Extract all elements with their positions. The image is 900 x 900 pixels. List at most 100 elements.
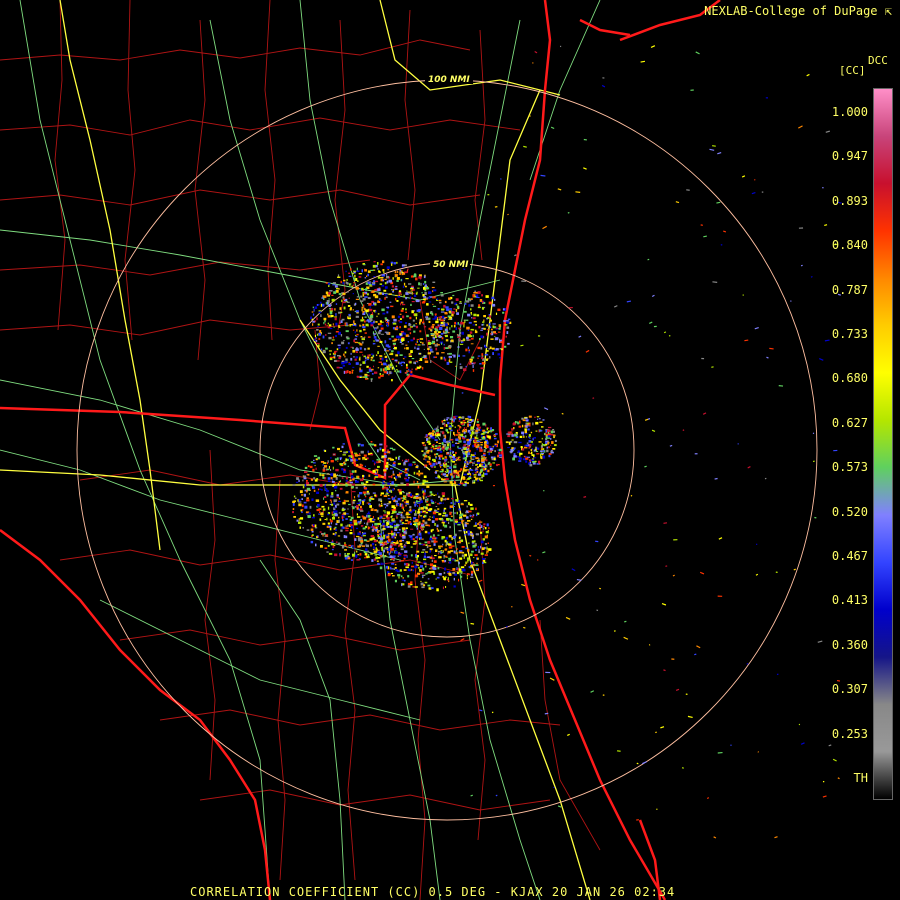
echo-pixel [332,282,336,284]
echo-pixel [306,529,310,531]
echo-pixel [491,347,495,350]
echo-pixel [365,481,369,484]
echo-pixel [431,559,433,562]
echo-pixel [435,549,438,552]
echo-pixel [308,493,310,495]
echo-pixel [379,540,382,543]
echo-pixel [420,572,424,574]
echo-pixel [383,469,387,472]
echo-pixel [432,515,435,519]
echo-pixel [472,472,474,475]
echo-pixel [476,423,480,426]
echo-pixel [373,276,376,278]
echo-pixel [369,285,373,287]
echo-pixel [448,472,450,475]
echo-pixel [332,545,335,549]
echo-pixel [477,523,480,525]
echo-pixel [444,576,447,578]
echo-pixel [367,281,370,283]
echo-pixel [315,543,317,547]
echo-pixel [528,434,531,437]
echo-pixel [345,491,349,493]
echo-pixel [339,480,341,482]
echo-pixel [479,338,481,341]
legend-tick: 0.787 [831,282,868,297]
echo-pixel [401,583,403,587]
echo-pixel [483,323,485,326]
echo-pixel [388,319,390,322]
echo-pixel [363,311,366,314]
echo-pixel [446,497,450,500]
echo-pixel [334,316,337,318]
echo-pixel [329,525,332,528]
echo-pixel [302,479,304,482]
scatter-pixel [765,97,768,99]
echo-pixel [493,435,497,437]
echo-pixel [333,528,336,530]
echo-pixel [485,459,488,462]
echo-pixel [416,338,420,340]
echo-pixel [346,301,350,303]
echo-pixel [441,308,445,311]
echo-pixel [389,480,391,482]
echo-pixel [424,489,426,493]
echo-pixel [494,333,498,335]
echo-pixel [470,308,472,311]
echo-pixel [454,502,456,505]
echo-pixel [375,547,377,551]
echo-pixel [463,368,467,372]
echo-pixel [434,439,438,441]
echo-pixel [388,374,390,376]
echo-pixel [476,533,479,536]
echo-pixel [447,577,449,580]
echo-pixel [414,362,417,365]
echo-pixel [324,449,327,452]
echo-pixel [353,339,356,343]
echo-pixel [481,353,484,356]
echo-pixel [423,348,425,350]
echo-pixel [348,272,350,274]
echo-pixel [422,495,425,497]
echo-pixel [397,555,399,557]
echo-pixel [386,461,389,464]
echo-pixel [474,540,476,543]
echo-pixel [482,558,486,560]
echo-pixel [468,471,470,474]
echo-pixel [435,445,438,448]
echo-pixel [334,513,338,517]
echo-pixel [364,539,368,542]
legend-tick: 1.000 [831,105,868,119]
echo-pixel [326,525,329,528]
echo-pixel [353,547,355,549]
echo-pixel [380,562,383,565]
echo-pixel [403,533,405,536]
arrow-nw-icon[interactable]: ⇱ [885,4,892,18]
echo-pixel [418,532,422,536]
echo-pixel [403,509,405,512]
scatter-pixel [653,325,657,328]
echo-pixel [476,471,479,473]
echo-pixel [524,417,528,419]
echo-pixel [450,473,453,476]
echo-pixel [479,447,482,451]
echo-pixel [338,293,342,295]
echo-pixel [414,346,416,349]
echo-pixel [311,530,314,533]
echo-pixel [364,487,367,490]
echo-pixel [311,484,314,487]
echo-pixel [398,528,401,531]
echo-pixel [383,289,387,292]
echo-pixel [469,515,472,517]
echo-pixel [400,516,402,519]
echo-pixel [370,452,373,454]
echo-pixel [399,533,402,537]
echo-pixel [465,511,468,514]
echo-pixel [492,323,496,325]
echo-pixel [377,470,379,474]
scatter-pixel [521,280,527,282]
echo-pixel [470,564,473,568]
echo-pixel [472,462,475,464]
echo-pixel [458,474,460,477]
echo-pixel [301,498,303,500]
echo-pixel [455,298,459,301]
